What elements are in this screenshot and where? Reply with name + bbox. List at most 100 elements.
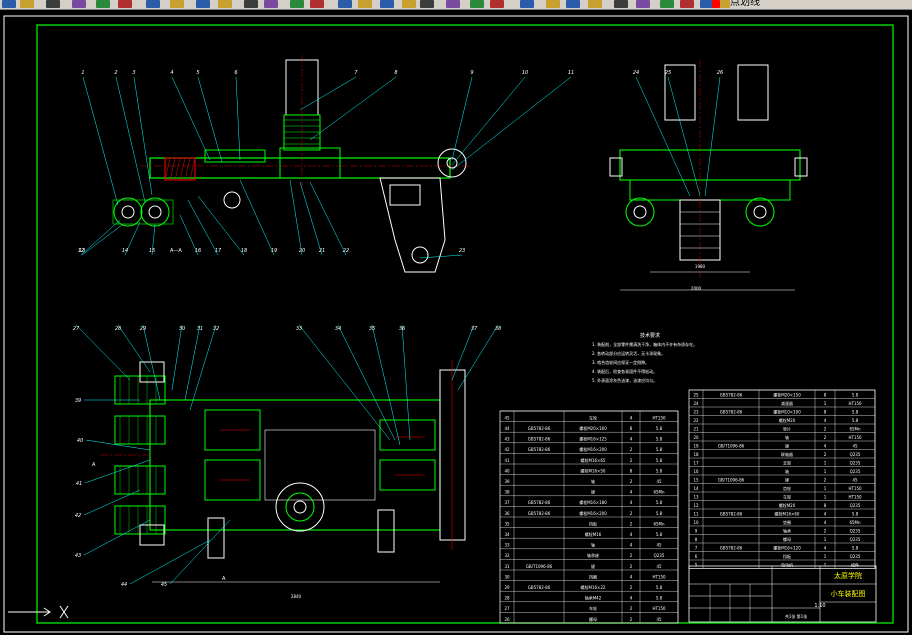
layer-icon[interactable] xyxy=(470,0,484,8)
tech-req-line-1: 1. 装配前，全部零件需清洗干净，箱体内不许有杂质存在。 xyxy=(592,341,697,347)
help-icon[interactable] xyxy=(446,0,460,8)
bom-right-row-22-col-3: 4 xyxy=(824,418,827,423)
bom-left-row-45-col-2: 车轮 xyxy=(589,414,597,420)
redo-icon[interactable] xyxy=(244,0,258,8)
bom-left-row-35-col-3: 2 xyxy=(630,521,633,526)
balloon-43: 43 xyxy=(75,553,81,559)
qnew-icon[interactable] xyxy=(520,0,534,8)
properties-icon[interactable] xyxy=(358,0,372,8)
bom-left-row-41-col-3: 2 xyxy=(630,458,633,463)
open-icon[interactable] xyxy=(546,0,560,8)
balloon-10: 10 xyxy=(522,70,528,76)
bom-left-row-31-col-3: 2 xyxy=(630,564,633,569)
bom-right-row-6-col-2: 挡板 xyxy=(783,553,791,559)
balloon-33: 33 xyxy=(296,326,302,332)
bom-left-row-27-col-2: 车轮 xyxy=(589,605,597,611)
bom-right-row-14-col-4: HT150 xyxy=(848,486,862,491)
bom-left-row-31-col-4: 45 xyxy=(656,564,662,569)
bom-right-row-16-col-0: 16 xyxy=(693,469,699,474)
balloon-4: 4 xyxy=(170,70,173,76)
preview-icon[interactable] xyxy=(614,0,628,8)
match-prop-icon[interactable] xyxy=(196,0,210,8)
bom-left-row-45-col-4: HT150 xyxy=(652,415,666,420)
title-scale: 1:10 xyxy=(814,603,825,609)
cut-icon[interactable] xyxy=(118,0,132,8)
side-wheel-1 xyxy=(625,197,655,227)
plot-icon[interactable] xyxy=(588,0,602,8)
copy-icon[interactable] xyxy=(146,0,160,8)
bom-right-row-9-col-2: 轴承 xyxy=(783,527,791,533)
paste-icon[interactable] xyxy=(680,0,694,8)
bom-right-row-20-col-4: HT150 xyxy=(848,435,862,440)
balloon-44: 44 xyxy=(121,582,127,588)
bom-left-row-42-col-0: 42 xyxy=(504,447,510,452)
save-icon[interactable] xyxy=(46,0,60,8)
zoom-previous-icon[interactable] xyxy=(338,0,352,8)
plan-end-shaft xyxy=(439,369,466,541)
bom-left-row-34-col-4: 5.8 xyxy=(656,532,663,537)
bom-right-row-7-col-3: 4 xyxy=(824,545,827,550)
copy-icon[interactable] xyxy=(660,0,674,8)
zoom-window-icon[interactable] xyxy=(310,0,324,8)
section-label-aa: A—A xyxy=(170,248,182,254)
bom-right-row-14-col-2: 齿轮 xyxy=(783,485,791,491)
bom-right-row-18-col-2: 联轴器 xyxy=(781,451,793,457)
bom-left-row-44-col-0: 44 xyxy=(504,426,510,431)
bom-right-row-8-col-4: Q235 xyxy=(850,537,861,542)
balloon-16: 16 xyxy=(195,248,201,254)
layer-name-field[interactable]: 点划线 xyxy=(730,0,760,9)
plot-icon[interactable] xyxy=(72,0,86,8)
side-motor-right xyxy=(737,64,769,121)
open-icon[interactable] xyxy=(20,0,34,8)
bom-right-row-17-col-0: 17 xyxy=(693,460,699,465)
cad-drawing-canvas[interactable]: 1 2 3 4 5 6 7 8 9 10 111213 14 15 16 17 18 19 20 21 22 2324 2… xyxy=(0,10,912,635)
plan-wheel-2 xyxy=(114,415,166,445)
bom-left-row-42-col-3: 2 xyxy=(630,447,633,452)
bom-right-row-25-col-2: 螺栓M20×150 xyxy=(773,391,801,397)
qnew-icon[interactable] xyxy=(2,0,16,8)
balloon-11: 11 xyxy=(568,70,574,76)
design-center-icon[interactable] xyxy=(380,0,394,8)
bom-left-row-40-col-0: 40 xyxy=(504,468,510,473)
balloon-21: 21 xyxy=(319,248,325,254)
cut-icon[interactable] xyxy=(636,0,650,8)
paste-icon[interactable] xyxy=(170,0,184,8)
title-sheet: 共1张 第1张 xyxy=(785,613,807,619)
bom-right-row-5-col-0: 5 xyxy=(695,562,698,567)
bom-left-row-29-col-3: 2 xyxy=(630,585,633,590)
balloon-13: 13 xyxy=(79,248,85,254)
bom-right-row-24-col-4: HT150 xyxy=(848,401,862,406)
bom-left-row-40-col-3: 8 xyxy=(630,468,633,473)
bom-left-row-30-col-0: 30 xyxy=(504,574,510,579)
save-icon[interactable] xyxy=(566,0,580,8)
dim-top-overall: 2000 xyxy=(691,286,702,291)
bom-left-row-26-col-4: 45 xyxy=(656,617,662,622)
balloon-3: 3 xyxy=(132,70,135,76)
bom-right-row-12-col-3: 8 xyxy=(824,503,827,508)
bom-left-row-36-col-3: 2 xyxy=(630,511,633,516)
undo-icon[interactable] xyxy=(218,0,232,8)
bom-right-row-10-col-4: 65Mn xyxy=(849,520,861,525)
preview-icon[interactable] xyxy=(96,0,110,8)
tech-req-line-5: 5. 外表面涂灰色油漆，油漆应均匀。 xyxy=(592,377,657,383)
balloon-8: 8 xyxy=(394,70,397,76)
balloon-26: 26 xyxy=(717,70,723,76)
calc-icon[interactable] xyxy=(420,0,434,8)
balloon-19: 19 xyxy=(271,248,277,254)
layer-color-swatch[interactable] xyxy=(712,0,720,8)
bom-left-row-31-col-0: 31 xyxy=(504,564,510,569)
pan-icon[interactable] xyxy=(264,0,278,8)
layer-state-icon[interactable] xyxy=(490,0,504,8)
balloon-38: 38 xyxy=(495,326,501,332)
zoom-realtime-icon[interactable] xyxy=(290,0,304,8)
bom-left-row-30-col-4: HT150 xyxy=(652,574,666,579)
balloon-29: 29 xyxy=(140,326,146,332)
bom-left-row-37-col-4: 5.8 xyxy=(656,500,663,505)
tool-palettes-icon[interactable] xyxy=(402,0,416,8)
tech-req-line-4: 4. 装配后，检查各紧固件不得松动。 xyxy=(592,368,657,374)
bom-right-row-5-col-3: 1 xyxy=(824,562,827,567)
bom-left-row-37-col-3: 4 xyxy=(630,500,633,505)
bom-left-row-44-col-4: 5.8 xyxy=(656,426,663,431)
bom-right-row-10-col-0: 10 xyxy=(693,520,699,525)
balloon-34: 34 xyxy=(335,326,341,332)
